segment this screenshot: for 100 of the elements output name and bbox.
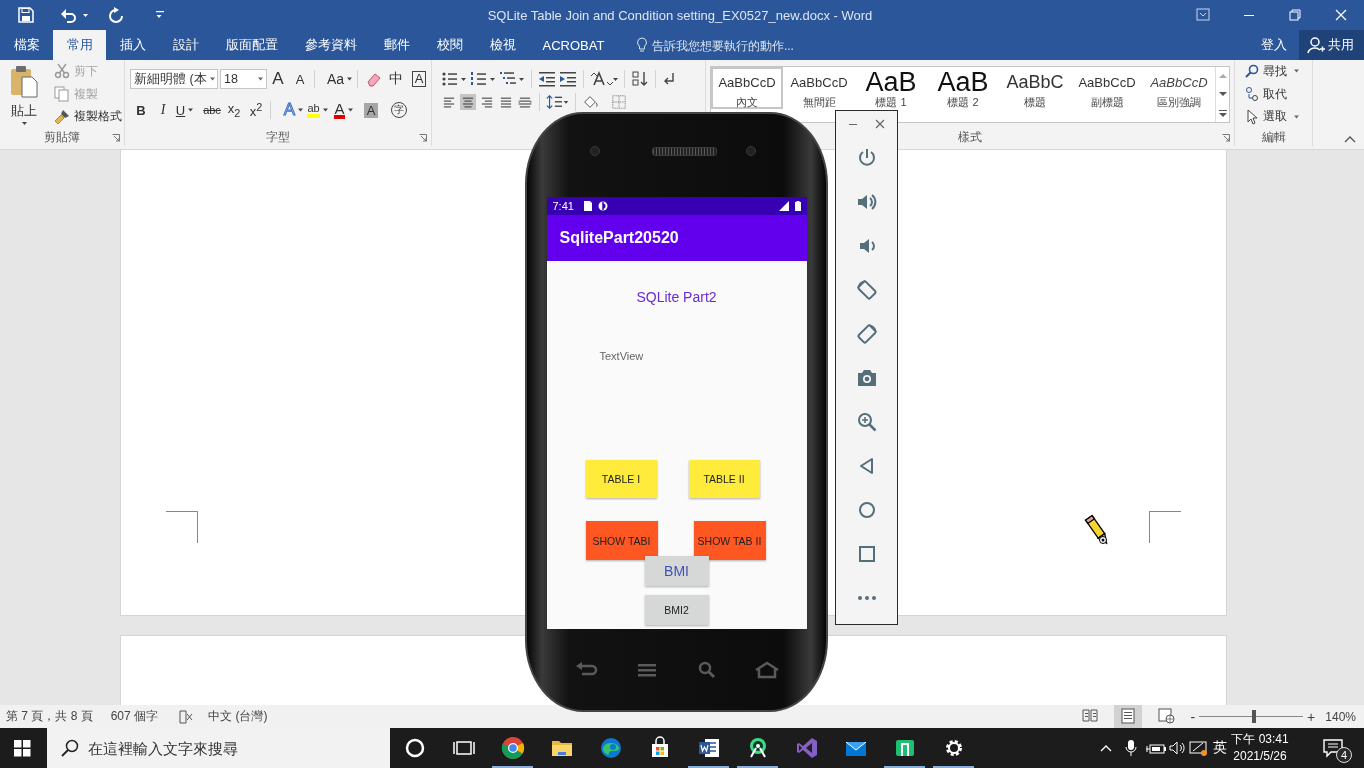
caret-icon[interactable] [346,108,354,112]
page-count[interactable]: 第 7 頁，共 8 頁 [6,708,93,725]
proofing-icon[interactable] [178,708,195,725]
ribbon-tab[interactable]: 郵件 [370,30,423,60]
pointer-icon[interactable] [1245,108,1259,125]
caret-icon[interactable] [321,108,329,112]
grow-font-button[interactable]: A [267,69,289,89]
print-layout-icon[interactable] [1114,705,1143,728]
camera-icon[interactable] [855,367,878,389]
underline-button[interactable]: U [174,100,196,120]
style-item[interactable]: AaBbCcD 區別強調 [1143,67,1215,109]
highlight-button[interactable]: ab [307,100,329,120]
person-add-icon[interactable] [1307,36,1325,54]
ribbon-tab[interactable]: 參考資料 [291,30,370,60]
tell-me-field[interactable]: 告訴我您想要執行的動作... [651,37,822,53]
decrease-indent-icon[interactable] [538,70,556,88]
search-field[interactable]: 在這裡輸入文字來搜尋 [47,728,390,768]
ribbon-tab[interactable]: 檔案 [0,30,53,60]
lightbulb-icon[interactable] [635,37,648,53]
replace-button[interactable]: 取代 [1245,82,1312,106]
ribbon-tab[interactable]: 設計 [159,30,212,60]
zoom-icon[interactable] [855,411,878,433]
app-button[interactable]: SHOW TAB II [693,521,766,560]
more-styles-icon[interactable] [1217,108,1228,117]
phonetic-guide-button[interactable]: 中 [385,69,407,89]
style-item[interactable]: AaB 標題 2 [927,67,999,109]
sort-icon[interactable] [631,70,649,88]
save-icon[interactable] [18,7,34,23]
subscript-button[interactable]: x$_{2}$ [223,100,245,120]
app-button[interactable]: TABLE II [688,460,760,498]
clock-date[interactable]: 2021/5/26 [1233,748,1287,765]
replace-icon[interactable] [1245,86,1259,102]
dialog-launcher-icon[interactable] [1222,134,1230,142]
slider-thumb[interactable] [1252,710,1257,723]
caret-icon[interactable] [346,77,354,81]
sign-in-link[interactable]: 登入 [1249,30,1299,60]
caret-icon[interactable] [208,77,216,81]
word-count[interactable]: 607 個字 [110,708,159,725]
ribbon-tab[interactable]: 插入 [106,30,159,60]
superscript-button[interactable]: x$^{2}$ [245,100,267,120]
collapse-ribbon-icon[interactable] [1344,135,1356,143]
numbered-list-icon[interactable] [470,70,496,88]
bullet-list-icon[interactable] [441,70,467,88]
ribbon-tab[interactable]: ACROBAT [529,30,618,60]
caret-icon[interactable] [1293,69,1300,74]
clipboard-icon[interactable] [9,64,39,98]
dialog-launcher-icon[interactable] [112,134,120,142]
undo-icon[interactable] [60,7,76,23]
font-name-field[interactable]: 新細明體 (本 [130,69,218,89]
search-icon[interactable] [1245,64,1259,79]
find-button[interactable]: 尋找 [1245,60,1312,83]
paste-button[interactable]: 貼上 [0,60,48,128]
search-icon[interactable] [61,739,79,757]
ribbon-tab[interactable]: 檢視 [476,30,529,60]
strikethrough-button[interactable]: abc [201,100,223,120]
text-direction-icon[interactable] [590,70,618,88]
ribbon-tab[interactable]: 校閱 [423,30,476,60]
style-item[interactable]: AaBbCcD 內文 [711,67,783,109]
shrink-font-button[interactable]: A [289,69,311,89]
volume-up-icon[interactable] [855,191,878,213]
dialog-launcher-icon[interactable] [419,134,427,142]
monitor-icon[interactable] [1188,738,1210,758]
caret-icon[interactable] [1293,114,1300,119]
eraser-icon[interactable] [365,71,383,87]
app-button[interactable]: SHOW TABI [585,521,658,560]
redo-icon[interactable] [108,7,124,23]
share-button[interactable]: 共用 [1299,30,1364,60]
zoom-in-button[interactable]: + [1307,708,1316,725]
font-size-field[interactable]: 18 [220,69,267,89]
app-button[interactable]: TABLE I [585,460,657,498]
zoom-out-button[interactable]: - [1190,708,1196,725]
caret-icon[interactable] [297,108,305,112]
style-item[interactable]: AaBbCcD 副標題 [1071,67,1143,109]
change-case-button[interactable]: Aa [326,69,354,89]
input-method-indicator[interactable]: 英 [1210,739,1230,757]
align-center-icon[interactable] [460,94,476,110]
rotate-left-icon[interactable] [855,279,878,301]
character-border-button[interactable]: A [410,69,428,89]
ribbon-tab[interactable]: 版面配置 [212,30,291,60]
bold-button[interactable]: B [130,100,152,120]
caret-icon[interactable] [257,77,264,81]
zoom-level[interactable]: 140% [1325,709,1356,724]
clipboard-button[interactable]: 複製格式 [54,105,122,128]
paintbrush-icon[interactable] [54,108,70,125]
scroll-down-icon[interactable] [1217,90,1228,99]
style-item[interactable]: AaB 標題 1 [855,67,927,109]
clock-time[interactable]: 下午 03:41 [1231,731,1289,748]
app-button[interactable]: BMI2 [644,595,709,625]
style-item[interactable]: AaBbC 標題 [999,67,1071,109]
italic-button[interactable]: I [152,100,174,120]
caret-icon[interactable] [20,120,28,126]
document-icon[interactable] [696,736,721,760]
ribbon-tab[interactable]: 常用 [53,30,106,60]
caret-icon[interactable] [187,108,195,112]
close-icon[interactable] [875,118,885,129]
language-indicator[interactable]: 中文 (台灣) [208,708,268,725]
browser-icon[interactable] [500,736,525,760]
line-spacing-icon[interactable] [546,94,570,110]
increase-indent-icon[interactable] [559,70,577,88]
app-button[interactable]: BMI [644,556,709,586]
